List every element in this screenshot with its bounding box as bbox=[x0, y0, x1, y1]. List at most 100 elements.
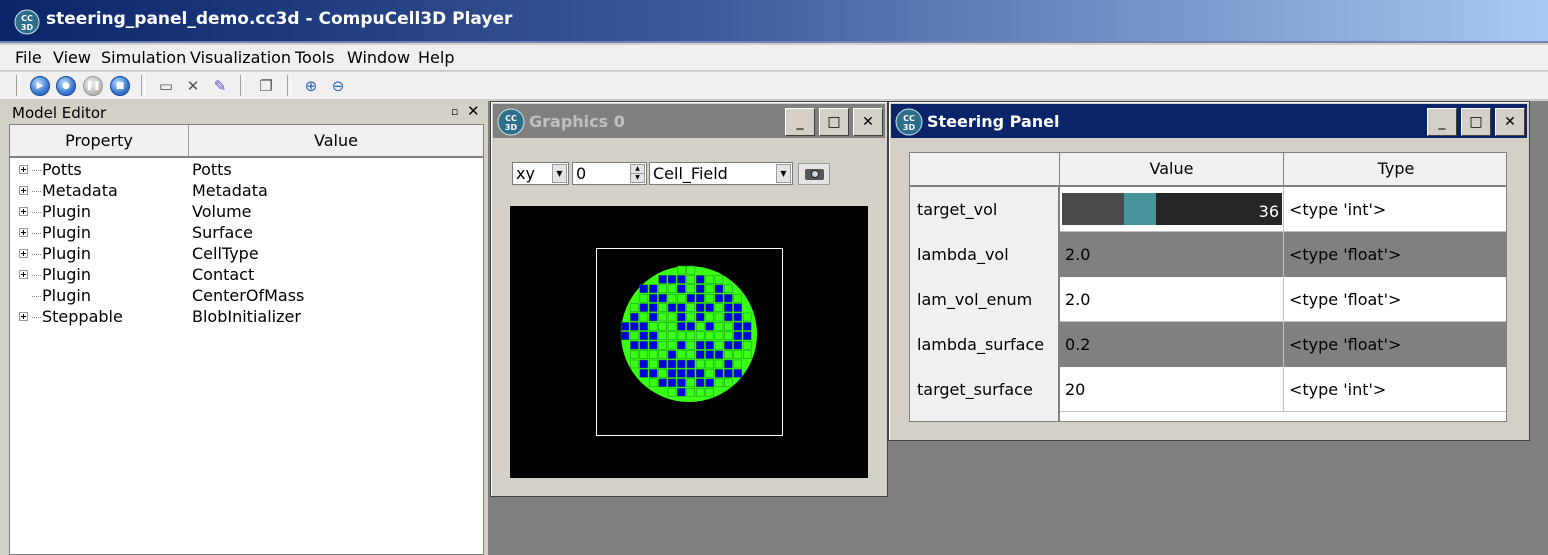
toolbar-grip[interactable] bbox=[16, 75, 20, 96]
expand-icon[interactable] bbox=[19, 312, 28, 321]
run-icon[interactable]: ▶ bbox=[30, 76, 50, 96]
field-select[interactable]: Cell_Field ▼ bbox=[649, 162, 793, 185]
expand-icon[interactable] bbox=[19, 186, 28, 195]
steering-panel-window[interactable]: CC 3D Steering Panel _ □ ✕ Value Type ta… bbox=[888, 101, 1530, 441]
value-slider[interactable]: 36 bbox=[1062, 193, 1282, 225]
parameter-value[interactable]: 0.2 bbox=[1060, 322, 1284, 367]
cell bbox=[658, 331, 667, 341]
minimize-button[interactable]: _ bbox=[785, 108, 815, 136]
steering-table[interactable]: Value Type target_vol 36 <type 'int'> lambd… bbox=[909, 152, 1507, 422]
cell bbox=[695, 322, 705, 331]
tree-row[interactable]: Plugin CellType bbox=[10, 244, 483, 265]
tree-row[interactable]: Plugin Volume bbox=[10, 202, 483, 223]
parameter-value[interactable]: 2.0 bbox=[1060, 232, 1284, 277]
slider-handle[interactable] bbox=[1124, 193, 1156, 225]
edit-icon[interactable]: ✎ bbox=[210, 76, 230, 96]
steering-title-bar[interactable]: CC 3D Steering Panel _ □ ✕ bbox=[891, 104, 1527, 138]
toolbar-grip[interactable] bbox=[287, 75, 291, 96]
menu-window[interactable]: Window bbox=[347, 48, 410, 67]
cell bbox=[695, 340, 705, 350]
chevron-down-icon[interactable]: ▼ bbox=[552, 164, 567, 183]
spin-down-icon[interactable]: ▼ bbox=[630, 173, 645, 183]
column-header-property[interactable]: Property bbox=[10, 125, 189, 156]
cell bbox=[677, 303, 686, 312]
stop-icon[interactable]: ■ bbox=[110, 76, 130, 96]
tree-property: Metadata bbox=[42, 181, 118, 200]
dock-title: Model Editor bbox=[12, 104, 107, 122]
expand-icon[interactable] bbox=[19, 228, 28, 237]
parameter-value-cell[interactable]: 36 bbox=[1060, 187, 1284, 232]
expand-icon[interactable] bbox=[19, 207, 28, 216]
toolbar: ▶ ● ❚❚ ■ ▭ ✕ ✎ ❐ ⊕ ⊖ bbox=[0, 72, 1548, 100]
cell bbox=[667, 387, 677, 397]
cell bbox=[742, 350, 752, 359]
cell bbox=[630, 303, 639, 312]
cell bbox=[648, 359, 658, 369]
plane-select[interactable]: xy ▼ bbox=[512, 162, 569, 185]
cell bbox=[705, 359, 714, 369]
tree-row[interactable]: Potts Potts bbox=[10, 160, 483, 181]
close-button[interactable]: ✕ bbox=[1495, 108, 1525, 136]
tools-icon[interactable]: ✕ bbox=[183, 76, 203, 96]
tree-row[interactable]: Plugin CenterOfMass bbox=[10, 286, 483, 307]
maximize-button[interactable]: □ bbox=[1461, 108, 1491, 136]
cell bbox=[695, 312, 705, 322]
tree-connector bbox=[32, 191, 41, 192]
graphics-canvas[interactable] bbox=[510, 206, 868, 478]
parameter-value[interactable]: 2.0 bbox=[1060, 277, 1284, 322]
windows-icon[interactable]: ❐ bbox=[256, 76, 276, 96]
screenshot-button[interactable] bbox=[798, 163, 830, 185]
field-select-value: Cell_Field bbox=[653, 164, 728, 183]
graphics-window[interactable]: CC 3D Graphics 0 _ □ ✕ xy ▼ 0 ▲ ▼ Cell_F… bbox=[490, 101, 888, 497]
step-icon[interactable]: ● bbox=[56, 76, 76, 96]
svg-text:CC: CC bbox=[903, 114, 915, 123]
menu-view[interactable]: View bbox=[53, 48, 91, 67]
model-tree[interactable]: Property Value Potts Potts Metadata Metadat… bbox=[9, 124, 484, 555]
camera-lens bbox=[811, 170, 819, 178]
tree-row[interactable]: Metadata Metadata bbox=[10, 181, 483, 202]
expand-icon[interactable] bbox=[19, 165, 28, 174]
column-header-type[interactable]: Type bbox=[1284, 153, 1506, 185]
model-editor-dock: Model Editor ▫ ✕ Property Value Potts Pot… bbox=[0, 101, 488, 555]
menu-simulation[interactable]: Simulation bbox=[101, 48, 186, 67]
open-folder-icon[interactable]: ▭ bbox=[156, 76, 176, 96]
zoom-out-icon[interactable]: ⊖ bbox=[328, 76, 348, 96]
maximize-button[interactable]: □ bbox=[819, 108, 849, 136]
tree-property: Potts bbox=[42, 160, 82, 179]
minimize-button[interactable]: _ bbox=[1427, 108, 1457, 136]
cell bbox=[733, 350, 743, 359]
svg-text:3D: 3D bbox=[505, 123, 518, 132]
cell bbox=[639, 284, 649, 294]
parameter-value[interactable]: 20 bbox=[1060, 367, 1284, 412]
tree-row[interactable]: Plugin Contact bbox=[10, 265, 483, 286]
cell bbox=[677, 369, 686, 378]
expand-icon[interactable] bbox=[19, 270, 28, 279]
menu-help[interactable]: Help bbox=[418, 48, 454, 67]
toolbar-grip[interactable] bbox=[141, 75, 145, 96]
chevron-down-icon[interactable]: ▼ bbox=[776, 164, 791, 183]
cell bbox=[639, 303, 649, 312]
cell bbox=[639, 312, 649, 322]
zoom-in-icon[interactable]: ⊕ bbox=[301, 76, 321, 96]
column-header-value[interactable]: Value bbox=[1060, 153, 1284, 185]
column-header-value[interactable]: Value bbox=[189, 125, 483, 156]
close-button[interactable]: ✕ bbox=[853, 108, 883, 136]
steering-row: target_surface 20 <type 'int'> bbox=[910, 367, 1506, 412]
menu-visualization[interactable]: Visualization bbox=[190, 48, 291, 67]
tree-row[interactable]: Plugin Surface bbox=[10, 223, 483, 244]
menu-file[interactable]: File bbox=[15, 48, 42, 67]
steering-window-title: Steering Panel bbox=[927, 112, 1060, 131]
float-icon[interactable]: ▫ bbox=[451, 105, 458, 118]
graphics-title-bar[interactable]: CC 3D Graphics 0 _ □ ✕ bbox=[493, 104, 885, 138]
tree-connector bbox=[32, 233, 41, 234]
tree-row[interactable]: Steppable BlobInitializer bbox=[10, 307, 483, 328]
tree-property: Plugin bbox=[42, 286, 91, 305]
toolbar-grip[interactable] bbox=[240, 75, 244, 96]
menu-tools[interactable]: Tools bbox=[295, 48, 334, 67]
position-spinbox[interactable]: 0 ▲ ▼ bbox=[572, 162, 647, 185]
close-icon[interactable]: ✕ bbox=[467, 102, 480, 120]
cell bbox=[658, 378, 667, 388]
expand-icon[interactable] bbox=[19, 249, 28, 258]
pause-icon[interactable]: ❚❚ bbox=[83, 76, 103, 96]
svg-text:CC: CC bbox=[505, 114, 517, 123]
